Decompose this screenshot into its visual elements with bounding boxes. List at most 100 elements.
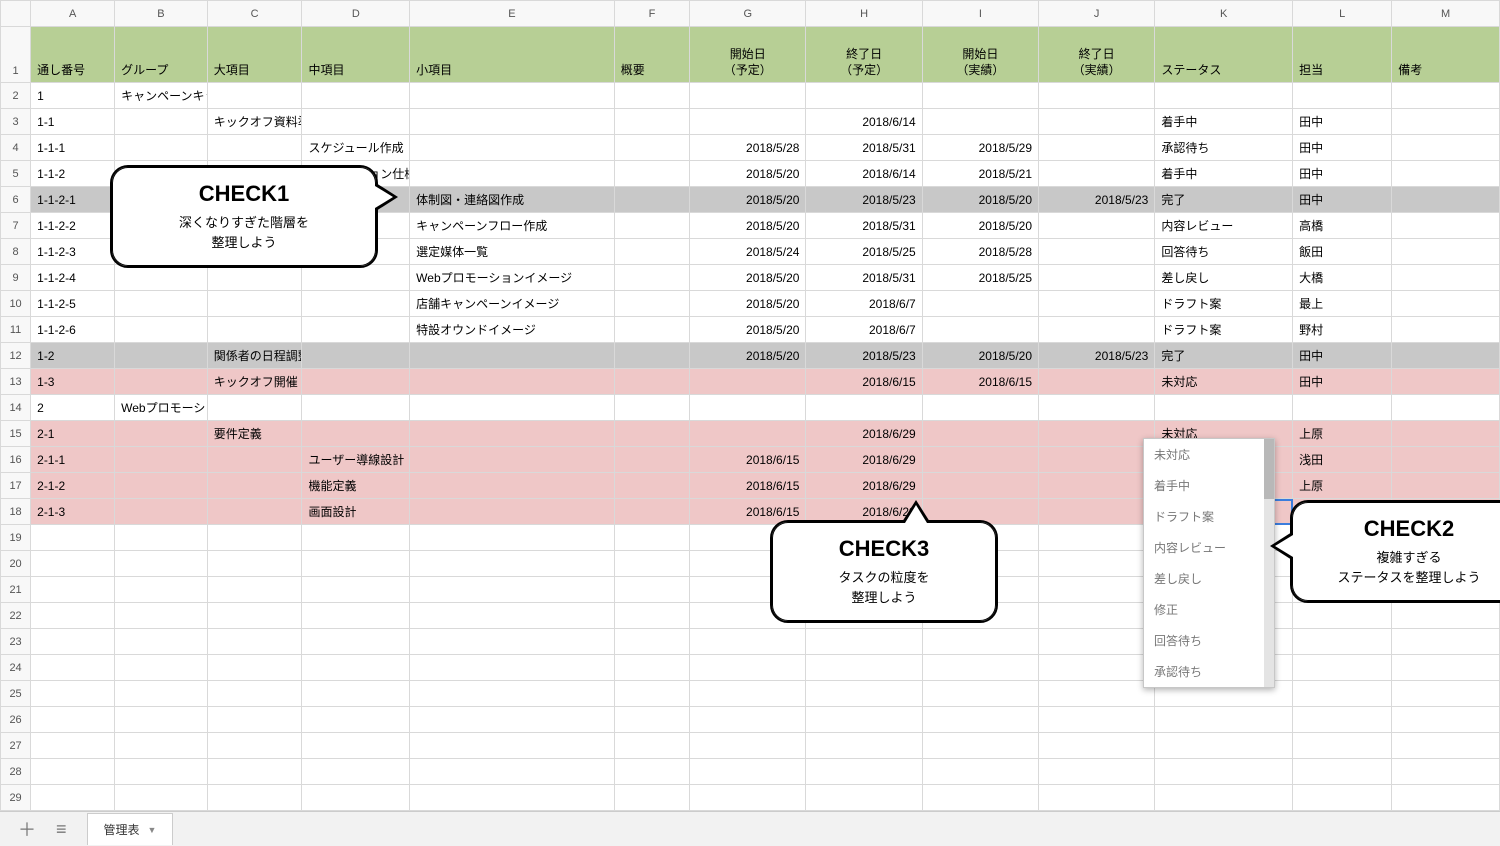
- cell-H[interactable]: [806, 83, 922, 109]
- cell-A[interactable]: 1-1-2: [31, 161, 115, 187]
- cell-A[interactable]: 1-1-2-6: [31, 317, 115, 343]
- cell-E[interactable]: [410, 109, 615, 135]
- cell-G[interactable]: 2018/5/20: [690, 317, 806, 343]
- cell-D[interactable]: [302, 577, 410, 603]
- cell-F[interactable]: [614, 655, 689, 681]
- cell-E[interactable]: [410, 473, 615, 499]
- cell-L[interactable]: [1293, 681, 1392, 707]
- cell-B[interactable]: [115, 135, 208, 161]
- cell-I[interactable]: 2018/5/21: [922, 161, 1038, 187]
- cell-B[interactable]: [115, 265, 208, 291]
- header-cell-F[interactable]: 概要: [614, 27, 689, 83]
- cell-G[interactable]: [690, 395, 806, 421]
- col-B[interactable]: B: [115, 1, 208, 27]
- cell-D[interactable]: [302, 83, 410, 109]
- dropdown-option[interactable]: 回答待ち: [1144, 625, 1274, 656]
- cell-F[interactable]: [614, 343, 689, 369]
- cell-F[interactable]: [614, 265, 689, 291]
- cell-E[interactable]: [410, 135, 615, 161]
- cell-J[interactable]: [1039, 707, 1155, 733]
- cell-L[interactable]: 野村: [1293, 317, 1392, 343]
- cell-J[interactable]: [1039, 733, 1155, 759]
- header-cell-L[interactable]: 担当: [1293, 27, 1392, 83]
- cell-M[interactable]: [1392, 187, 1500, 213]
- cell-M[interactable]: [1392, 83, 1500, 109]
- cell-E[interactable]: [410, 603, 615, 629]
- cell-I[interactable]: [922, 655, 1038, 681]
- cell-E[interactable]: [410, 785, 615, 811]
- cell-D[interactable]: 画面設計: [302, 499, 410, 525]
- cell-M[interactable]: [1392, 655, 1500, 681]
- cell-B[interactable]: [115, 603, 208, 629]
- cell-G[interactable]: 2018/5/20: [690, 213, 806, 239]
- cell-C[interactable]: [207, 681, 302, 707]
- cell-E[interactable]: [410, 499, 615, 525]
- cell-M[interactable]: [1392, 109, 1500, 135]
- cell-M[interactable]: [1392, 265, 1500, 291]
- cell-D[interactable]: [302, 317, 410, 343]
- col-A[interactable]: A: [31, 1, 115, 27]
- cell-I[interactable]: 2018/5/25: [922, 265, 1038, 291]
- cell-C[interactable]: [207, 577, 302, 603]
- cell-M[interactable]: [1392, 733, 1500, 759]
- cell-F[interactable]: [614, 213, 689, 239]
- cell-B[interactable]: [115, 629, 208, 655]
- cell-I[interactable]: [922, 707, 1038, 733]
- cell-F[interactable]: [614, 239, 689, 265]
- cell-H[interactable]: 2018/6/7: [806, 317, 922, 343]
- cell-B[interactable]: [115, 291, 208, 317]
- cell-K[interactable]: 差し戻し: [1155, 265, 1293, 291]
- col-I[interactable]: I: [922, 1, 1038, 27]
- cell-M[interactable]: [1392, 447, 1500, 473]
- cell-B[interactable]: [115, 499, 208, 525]
- cell-G[interactable]: 2018/5/20: [690, 291, 806, 317]
- cell-K[interactable]: 内容レビュー: [1155, 213, 1293, 239]
- cell-K[interactable]: 完了: [1155, 343, 1293, 369]
- cell-A[interactable]: 1-1: [31, 109, 115, 135]
- cell-I[interactable]: [922, 317, 1038, 343]
- cell-G[interactable]: 2018/6/15: [690, 473, 806, 499]
- cell-F[interactable]: [614, 499, 689, 525]
- cell-C[interactable]: [207, 525, 302, 551]
- cell-K[interactable]: ドラフト案: [1155, 317, 1293, 343]
- cell-D[interactable]: [302, 109, 410, 135]
- cell-B[interactable]: [115, 109, 208, 135]
- row-number[interactable]: 20: [1, 551, 31, 577]
- header-cell-G[interactable]: 開始日（予定）: [690, 27, 806, 83]
- cell-I[interactable]: [922, 733, 1038, 759]
- cell-B[interactable]: [115, 707, 208, 733]
- row-number[interactable]: 12: [1, 343, 31, 369]
- cell-I[interactable]: [922, 447, 1038, 473]
- row-number[interactable]: 11: [1, 317, 31, 343]
- cell-K[interactable]: 完了: [1155, 187, 1293, 213]
- cell-J[interactable]: 2018/5/23: [1039, 187, 1155, 213]
- col-D[interactable]: D: [302, 1, 410, 27]
- row-number[interactable]: 5: [1, 161, 31, 187]
- cell-I[interactable]: [922, 759, 1038, 785]
- cell-A[interactable]: [31, 525, 115, 551]
- cell-H[interactable]: [806, 629, 922, 655]
- cell-A[interactable]: [31, 603, 115, 629]
- col-G[interactable]: G: [690, 1, 806, 27]
- dropdown-option[interactable]: 着手中: [1144, 470, 1274, 501]
- cell-E[interactable]: [410, 629, 615, 655]
- cell-A[interactable]: 2-1-2: [31, 473, 115, 499]
- cell-F[interactable]: [614, 317, 689, 343]
- cell-E[interactable]: [410, 655, 615, 681]
- cell-J[interactable]: 2018/5/23: [1039, 343, 1155, 369]
- cell-C[interactable]: 関係者の日程調整: [207, 343, 302, 369]
- corner-cell[interactable]: [1, 1, 31, 27]
- cell-J[interactable]: [1039, 785, 1155, 811]
- cell-L[interactable]: 田中: [1293, 369, 1392, 395]
- cell-C[interactable]: [207, 551, 302, 577]
- chevron-down-icon[interactable]: ▼: [148, 825, 157, 835]
- cell-I[interactable]: 2018/5/20: [922, 187, 1038, 213]
- cell-B[interactable]: キャンペーンキックオフ: [115, 83, 208, 109]
- cell-L[interactable]: 浅田: [1293, 447, 1392, 473]
- cell-I[interactable]: [922, 473, 1038, 499]
- cell-L[interactable]: 田中: [1293, 109, 1392, 135]
- cell-J[interactable]: [1039, 135, 1155, 161]
- cell-L[interactable]: 田中: [1293, 161, 1392, 187]
- cell-B[interactable]: [115, 473, 208, 499]
- cell-L[interactable]: [1293, 785, 1392, 811]
